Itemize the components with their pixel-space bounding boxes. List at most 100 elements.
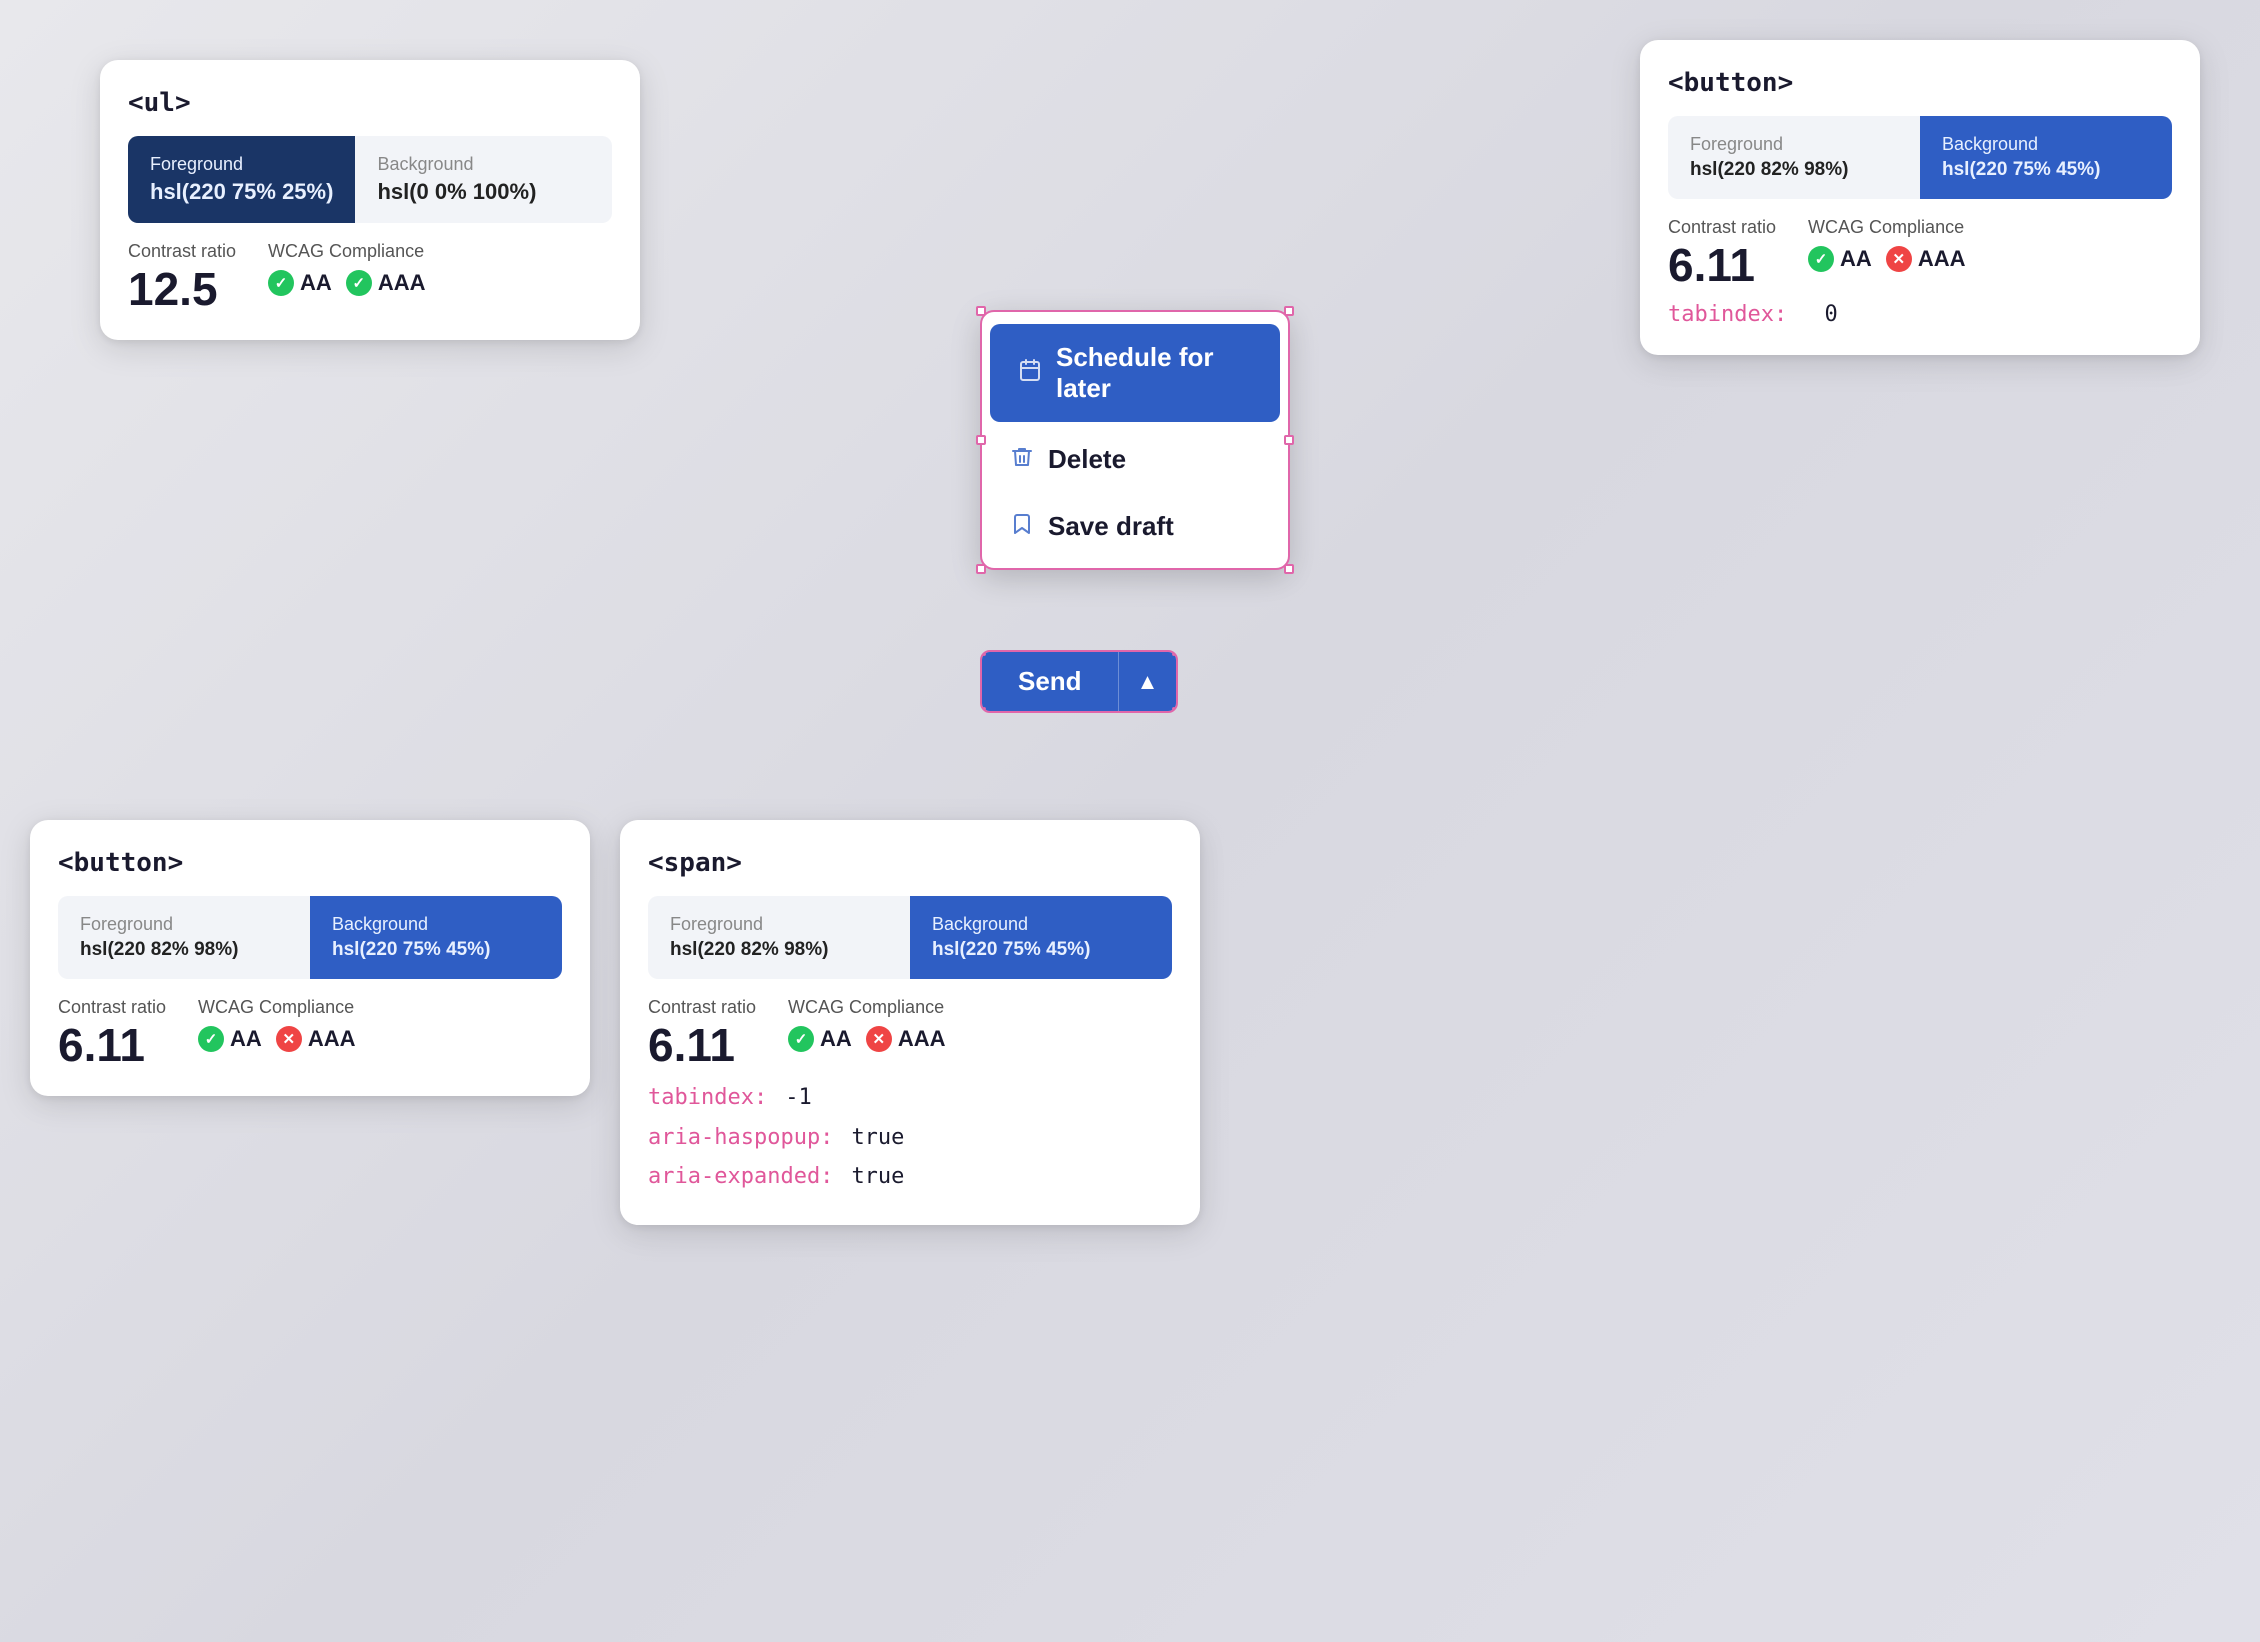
send-dot-tl [980,650,986,656]
aria-row-tabindex: tabindex: -1 [648,1078,1172,1118]
tabindex-attr-value: 0 [1824,302,1837,327]
color-swatches-span: Foreground hsl(220 82% 98%) Background h… [648,896,1172,979]
wcag-label-ul: WCAG Compliance [268,241,425,262]
dropdown-item-save-draft[interactable]: Save draft [982,493,1288,560]
swatch-bg-btn-bottom: Background hsl(220 75% 45%) [310,896,562,979]
swatch-bg-val-btn-top: hsl(220 75% 45%) [1942,159,2150,181]
trash-icon [1010,445,1034,475]
send-dot-tr [1172,650,1178,656]
wcag-block-btn-top: WCAG Compliance ✓ AA ✕ AAA [1808,217,1965,272]
contrast-value-ul: 12.5 [128,266,236,312]
send-chevron-button[interactable]: ▲ [1118,652,1177,711]
swatch-fg-label-btn-top: Foreground [1690,134,1898,155]
dropdown-item-delete[interactable]: Delete [982,426,1288,493]
wcag-block-btn-bot: WCAG Compliance ✓ AA ✕ AAA [198,997,355,1052]
contrast-label-ul: Contrast ratio [128,241,236,262]
send-dot-bl [980,707,986,713]
dot-tl [976,306,986,316]
schedule-label: Schedule for later [1056,342,1252,404]
swatch-bg-button-top: Background hsl(220 75% 45%) [1920,116,2172,199]
swatch-fg-label-ul: Foreground [150,154,333,175]
dot-mr [1284,435,1294,445]
card-tag-span: <span> [648,848,1172,878]
swatch-bg-value-ul: hsl(0 0% 100%) [377,179,590,205]
swatch-bg-span: Background hsl(220 75% 45%) [910,896,1172,979]
swatch-fg-btn-bottom: Foreground hsl(220 82% 98%) [58,896,310,979]
metrics-button-top: Contrast ratio 6.11 WCAG Compliance ✓ AA… [1668,217,2172,288]
color-swatches-btn-bottom: Foreground hsl(220 82% 98%) Background h… [58,896,562,979]
wcag-label-btn-top: WCAG Compliance [1808,217,1965,238]
save-draft-label: Save draft [1048,511,1174,542]
aria-haspopup-val: true [851,1125,904,1150]
badge-aa-btn-top: ✓ AA [1808,246,1872,272]
swatch-fg-button-top: Foreground hsl(220 82% 98%) [1668,116,1920,199]
contrast-label-span: Contrast ratio [648,997,756,1018]
aria-haspopup-name: aria-haspopup: [648,1125,833,1150]
swatch-foreground-ul: Foreground hsl(220 75% 25%) [128,136,355,223]
metrics-ul: Contrast ratio 12.5 WCAG Compliance ✓ AA… [128,241,612,312]
contrast-block-span: Contrast ratio 6.11 [648,997,756,1068]
wcag-label-span: WCAG Compliance [788,997,945,1018]
aria-row-expanded: aria-expanded: true [648,1157,1172,1197]
contrast-label-btn-bot: Contrast ratio [58,997,166,1018]
card-button-top: <button> Foreground hsl(220 82% 98%) Bac… [1640,40,2200,355]
aa-label-ul: AA [300,270,332,296]
send-button[interactable]: Send [982,652,1118,711]
swatch-fg-val-btn-top: hsl(220 82% 98%) [1690,159,1898,181]
dot-br [1284,564,1294,574]
badge-aaa-ul: ✓ AAA [346,270,426,296]
aaa-label-btn-top: AAA [1918,246,1966,272]
badge-aa-btn-bot: ✓ AA [198,1026,262,1052]
contrast-value-btn-bot: 6.11 [58,1022,166,1068]
aaa-icon-span: ✕ [866,1026,892,1052]
aria-rows-span: tabindex: -1 aria-haspopup: true aria-expa… [648,1078,1172,1197]
aa-pass-icon-btn-top: ✓ [1808,246,1834,272]
aa-icon-span: ✓ [788,1026,814,1052]
metrics-span: Contrast ratio 6.11 WCAG Compliance ✓ AA… [648,997,1172,1068]
dropdown-item-schedule[interactable]: Schedule for later [990,324,1280,422]
swatch-fg-span: Foreground hsl(220 82% 98%) [648,896,910,979]
wcag-badges-ul: ✓ AA ✓ AAA [268,270,425,296]
swatch-bg-val-span: hsl(220 75% 45%) [932,939,1150,961]
aaa-text-span: AAA [898,1026,946,1052]
aria-tabindex-val: -1 [785,1085,812,1110]
card-span: <span> Foreground hsl(220 82% 98%) Backg… [620,820,1200,1225]
calendar-icon [1018,358,1042,388]
color-swatches-ul: Foreground hsl(220 75% 25%) Background h… [128,136,612,223]
contrast-value-btn-top: 6.11 [1668,242,1776,288]
swatch-fg-label-btn-bot: Foreground [80,914,288,935]
swatch-bg-label-btn-bot: Background [332,914,540,935]
dot-bl [976,564,986,574]
swatch-background-ul: Background hsl(0 0% 100%) [355,136,612,223]
color-swatches-button-top: Foreground hsl(220 82% 98%) Background h… [1668,116,2172,199]
contrast-block-btn-bot: Contrast ratio 6.11 [58,997,166,1068]
aria-expanded-val: true [851,1164,904,1189]
delete-label: Delete [1048,444,1126,475]
aria-tabindex-name: tabindex: [648,1085,767,1110]
badge-aa-span: ✓ AA [788,1026,852,1052]
card-tag-ul: <ul> [128,88,612,118]
swatch-bg-val-btn-bot: hsl(220 75% 45%) [332,939,540,961]
metrics-btn-bottom: Contrast ratio 6.11 WCAG Compliance ✓ AA… [58,997,562,1068]
send-button-group[interactable]: Send ▲ [980,650,1178,713]
swatch-bg-label-span: Background [932,914,1150,935]
aria-expanded-name: aria-expanded: [648,1164,833,1189]
badge-aa-ul: ✓ AA [268,270,332,296]
dropdown-menu[interactable]: Schedule for later Delete Save draft [980,310,1290,570]
wcag-badges-btn-top: ✓ AA ✕ AAA [1808,246,1965,272]
aa-label-btn-top: AA [1840,246,1872,272]
wcag-badges-btn-bot: ✓ AA ✕ AAA [198,1026,355,1052]
aa-text-span: AA [820,1026,852,1052]
chevron-up-icon: ▲ [1137,669,1159,694]
badge-aaa-span: ✕ AAA [866,1026,946,1052]
send-dot-br [1172,707,1178,713]
swatch-bg-label-btn-top: Background [1942,134,2150,155]
bookmark-icon [1010,512,1034,542]
aa-text-btn-bot: AA [230,1026,262,1052]
contrast-block-ul: Contrast ratio 12.5 [128,241,236,312]
swatch-bg-label-ul: Background [377,154,590,175]
aaa-text-btn-bot: AAA [308,1026,356,1052]
aaa-fail-icon-btn-top: ✕ [1886,246,1912,272]
badge-aaa-btn-bot: ✕ AAA [276,1026,356,1052]
aaa-pass-icon-ul: ✓ [346,270,372,296]
